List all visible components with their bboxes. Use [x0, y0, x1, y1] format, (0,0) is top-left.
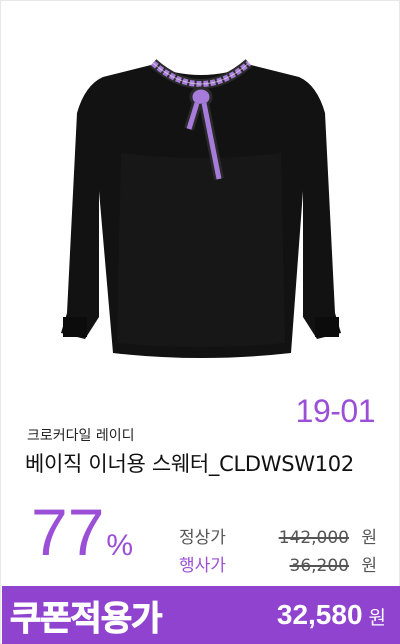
product-card[interactable]: 19-01 크로커다일 레이디 베이직 이너용 스웨터_CLDWSW102 77…: [0, 0, 400, 644]
discount-unit: %: [106, 529, 134, 562]
discount-number: 77: [31, 495, 105, 569]
product-name[interactable]: 베이직 이너용 스웨터_CLDWSW102: [25, 448, 354, 478]
regular-price-row: 정상가 142,000 원: [179, 523, 377, 548]
sale-price-value: 36,200: [289, 556, 349, 576]
regular-price-label: 정상가: [179, 528, 226, 548]
coupon-label: 쿠폰적용가: [9, 598, 162, 639]
product-image[interactable]: [41, 13, 361, 393]
sale-price-currency: 원: [361, 556, 377, 576]
coupon-price-currency: 원: [368, 607, 386, 629]
sweater-image: [61, 59, 341, 358]
sale-price-label: 행사가: [179, 556, 226, 576]
regular-price-value: 142,000: [278, 528, 349, 548]
sale-price-row: 행사가 36,200 원: [179, 551, 377, 576]
brand-name: 크로커다일 레이디: [27, 428, 135, 444]
regular-price-currency: 원: [361, 528, 377, 548]
season-code: 19-01: [295, 393, 376, 429]
coupon-price-amount: 32,580: [276, 599, 363, 630]
coupon-price-bar[interactable]: 쿠폰적용가 32,580 원: [2, 586, 400, 644]
discount-rate: 77%: [31, 499, 133, 565]
coupon-price: 32,580 원: [277, 599, 386, 631]
